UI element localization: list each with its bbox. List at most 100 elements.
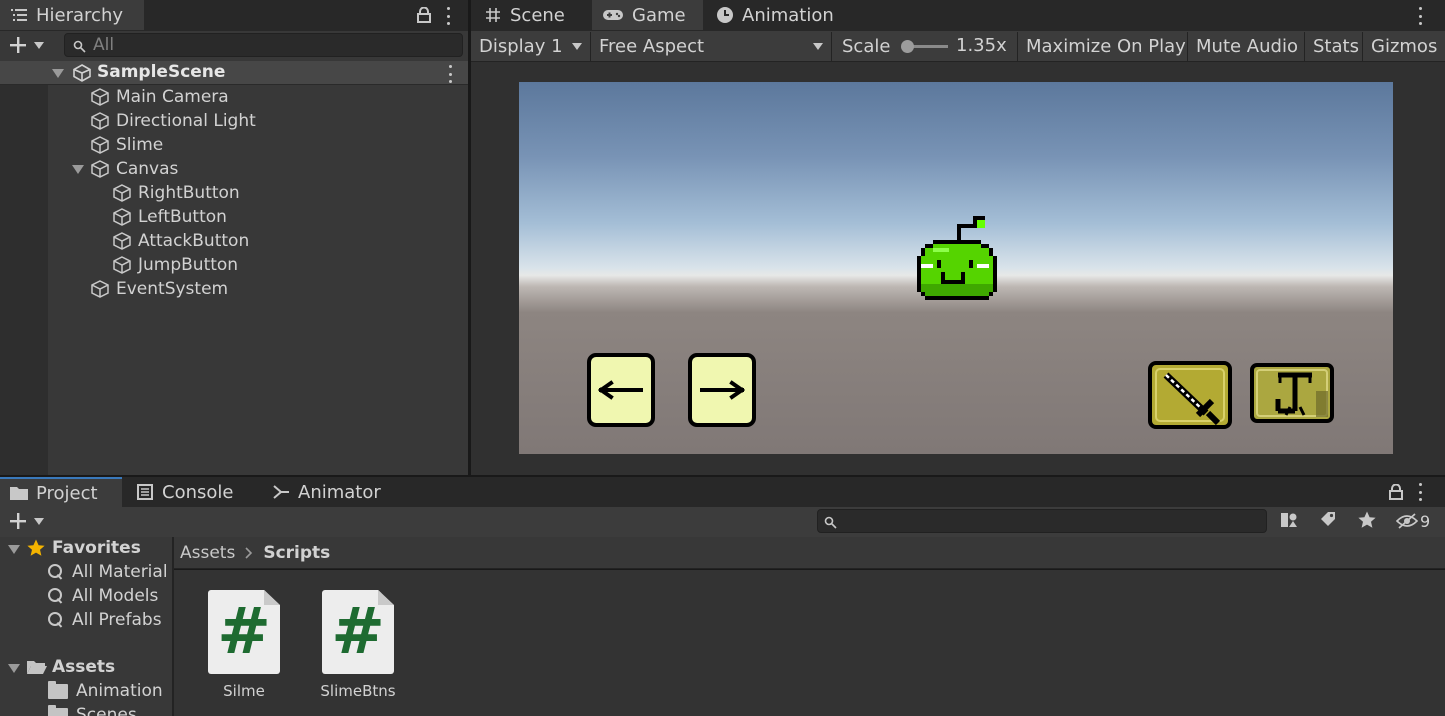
breadcrumb-bar [174,537,1445,569]
scene-name: SampleScene [97,62,226,82]
tab-console[interactable]: Console [126,477,248,507]
hierarchy-item-directional-light[interactable]: Directional Light [90,109,256,133]
unity-scene-icon [72,64,92,87]
list-icon [10,6,28,24]
stats-toggle[interactable]: Stats [1305,32,1363,61]
tab-hierarchy-label: Hierarchy [36,4,124,26]
scale-label: Scale [842,36,891,57]
tab-hierarchy[interactable]: Hierarchy [0,0,144,30]
script-name-silme: Silme [223,682,265,700]
gameobject-icon [91,112,109,130]
search-icon [48,588,64,604]
chevron-right-icon [245,547,253,559]
gameobject-icon [113,208,131,226]
project-lock-icon[interactable] [1388,483,1404,500]
tab-animation-label: Animation [742,4,834,26]
project-search-input[interactable] [817,509,1267,533]
folder-icon [48,680,68,699]
grid-icon [484,6,502,24]
display-dropdown[interactable]: Display 1 [471,32,591,61]
gamepad-icon [602,6,624,24]
left-arrow-button[interactable] [587,353,655,427]
gameobject-icon [91,136,109,154]
game-viewport[interactable] [519,82,1393,454]
hidden-packages-toggle[interactable]: 9 [1396,509,1436,533]
star-icon [27,539,45,556]
view-menu-icon[interactable] [1417,7,1423,25]
tab-project-label: Project [36,482,98,504]
gameobject-icon [91,160,109,178]
favorite-star-icon[interactable] [1357,510,1379,532]
mute-audio-toggle[interactable]: Mute Audio [1188,32,1305,61]
assets-root-folder[interactable]: Assets [26,655,115,679]
csharp-script-icon: # [331,595,385,669]
scale-value: 1.35x [956,35,1007,56]
tab-project[interactable]: Project [0,477,122,507]
hierarchy-item-slime[interactable]: Slime [90,133,163,157]
tab-console-label: Console [162,481,234,503]
panel-divider[interactable] [468,0,471,476]
chevron-down-icon [34,517,44,525]
open-folder-icon [27,661,47,674]
tab-game[interactable]: Game [592,0,703,30]
favorites-expand-toggle[interactable] [8,545,20,554]
search-icon [48,564,64,580]
folder-animation[interactable]: Animation [48,679,163,703]
tab-animator[interactable]: Animator [262,477,392,507]
hierarchy-menu-icon[interactable] [445,7,451,25]
hierarchy-item-jump-button[interactable]: JumpButton [112,253,238,277]
hierarchy-item-event-system[interactable]: EventSystem [90,277,228,301]
favorites-header[interactable]: Favorites [26,536,141,560]
maximize-on-play-toggle[interactable]: Maximize On Play [1018,32,1188,61]
hierarchy-item-attack-button[interactable]: AttackButton [112,229,249,253]
hierarchy-item-left-button[interactable]: LeftButton [112,205,227,229]
search-by-type-icon[interactable] [1279,510,1301,532]
breadcrumb-assets[interactable]: Assets [180,543,235,563]
slime-sprite [917,216,997,300]
scale-slider-thumb[interactable] [900,40,914,53]
favorite-all-prefabs[interactable]: All Prefabs [48,608,162,632]
scale-control: Scale 1.35x [832,32,1018,61]
search-by-label-icon[interactable] [1318,510,1340,532]
script-name-slimebtns: SlimeBtns [320,682,396,700]
gizmos-toggle[interactable]: Gizmos [1363,32,1445,61]
hierarchy-item-right-button[interactable]: RightButton [112,181,240,205]
lock-icon[interactable] [416,6,432,23]
tab-animation[interactable]: Animation [706,0,846,30]
scene-expand-toggle[interactable] [52,69,64,78]
search-icon [73,39,87,59]
create-asset-button[interactable] [8,510,48,532]
chevron-down-icon [34,41,44,49]
script-file-slimebtns[interactable]: # [322,590,394,674]
gameobject-icon [113,256,131,274]
hierarchy-search-input[interactable]: All [64,33,463,57]
favorite-all-materials[interactable]: All Material [48,560,168,584]
breadcrumb-scripts[interactable]: Scripts [263,543,330,563]
gameobject-icon [113,232,131,250]
scene-header-row[interactable] [0,61,468,85]
project-menu-icon[interactable] [1417,483,1423,501]
tab-animator-label: Animator [298,481,381,503]
scene-menu-icon[interactable] [447,65,453,83]
search-icon [48,612,64,628]
jump-button[interactable] [1250,363,1334,423]
clock-icon [716,6,734,24]
hierarchy-search-placeholder: All [93,35,115,55]
right-arrow-button[interactable] [688,353,756,427]
folder-icon [48,704,68,716]
add-object-button[interactable] [8,34,48,56]
tab-scene[interactable]: Scene [474,0,592,30]
eye-slash-icon [1396,513,1418,529]
folder-icon [10,484,28,502]
favorite-all-models[interactable]: All Models [48,584,158,608]
hierarchy-gutter [0,85,48,475]
folder-scenes[interactable]: Scenes [48,703,137,716]
aspect-dropdown[interactable]: Free Aspect [591,32,832,61]
hierarchy-item-main-camera[interactable]: Main Camera [90,85,229,109]
canvas-expand-toggle[interactable] [72,165,84,174]
hierarchy-item-canvas[interactable]: Canvas [90,157,178,181]
assets-expand-toggle[interactable] [8,664,20,673]
breadcrumb: Assets Scripts [180,541,330,565]
attack-sword-button[interactable] [1148,361,1232,429]
script-file-silme[interactable]: # [208,590,280,674]
